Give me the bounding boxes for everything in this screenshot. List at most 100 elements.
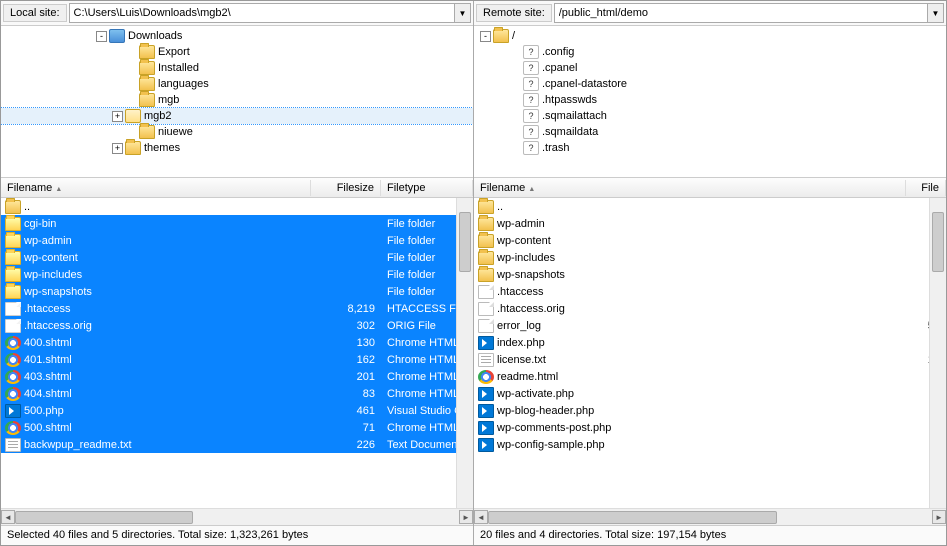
file-row[interactable]: .. (1, 198, 473, 215)
remote-col-filesize[interactable]: File (906, 180, 946, 196)
file-row[interactable]: .. (474, 198, 946, 215)
tree-item[interactable]: .sqmaildata (474, 124, 946, 140)
scrollbar-thumb[interactable] (488, 511, 777, 524)
file-row[interactable]: wp-contentFile folder (1, 249, 473, 266)
file-row[interactable]: index.php (474, 334, 946, 351)
file-name: wp-admin (497, 218, 545, 230)
tree-item[interactable]: mgb (1, 92, 473, 108)
remote-file-list[interactable]: .. wp-admin wp-contentwp-includeswp-snapsh… (474, 198, 946, 508)
scrollbar-thumb[interactable] (459, 212, 471, 272)
file-row[interactable]: wp-comments-post.php5 (474, 419, 946, 436)
tree-item[interactable]: .trash (474, 140, 946, 156)
file-type-icon (478, 234, 494, 248)
folder-icon (139, 125, 155, 139)
file-row[interactable]: 400.shtml130Chrome HTML (1, 334, 473, 351)
file-type-icon (478, 438, 494, 452)
remote-path-input[interactable] (554, 3, 928, 23)
local-path-row: Local site: ▼ (1, 1, 473, 26)
file-row[interactable]: cgi-binFile folder (1, 215, 473, 232)
collapse-icon[interactable]: - (96, 31, 107, 42)
tree-item[interactable]: Installed (1, 60, 473, 76)
remote-vscrollbar[interactable] (929, 198, 946, 508)
tree-item[interactable]: .htpasswds (474, 92, 946, 108)
remote-path-dropdown[interactable]: ▼ (928, 3, 944, 23)
tree-item[interactable]: -Downloads (1, 28, 473, 44)
file-type-icon (5, 353, 21, 367)
tree-item[interactable]: .cpanel-datastore (474, 76, 946, 92)
tree-label: languages (158, 78, 209, 90)
file-type-icon (478, 319, 494, 333)
folder-icon (139, 77, 155, 91)
tree-item[interactable]: languages (1, 76, 473, 92)
tree-item[interactable]: niuewe (1, 124, 473, 140)
remote-header: Filename ▲ File (474, 178, 946, 198)
file-type-icon (478, 268, 494, 282)
file-row[interactable]: wp-snapshots (474, 266, 946, 283)
file-name: index.php (497, 337, 545, 349)
folder-icon (125, 109, 141, 123)
tree-item[interactable]: +mgb2 (1, 108, 473, 124)
file-size: 8,219 (311, 301, 381, 317)
local-file-list[interactable]: ..cgi-binFile folderwp-adminFile folderw… (1, 198, 473, 508)
expand-icon[interactable]: + (112, 111, 123, 122)
file-row[interactable]: .htaccess.orig (474, 300, 946, 317)
file-name: wp-content (24, 252, 78, 264)
remote-tree[interactable]: -/ .config .cpanel.cpanel-datastore .htpass… (474, 26, 946, 178)
local-path-dropdown[interactable]: ▼ (455, 3, 471, 23)
file-row[interactable]: wp-content (474, 232, 946, 249)
remote-hscrollbar[interactable]: ◄ ► (474, 508, 946, 525)
file-row[interactable]: wp-adminFile folder (1, 232, 473, 249)
file-row[interactable]: 404.shtml83Chrome HTML (1, 385, 473, 402)
file-row[interactable]: .htaccess.orig302ORIG File (1, 317, 473, 334)
file-type-icon (478, 251, 494, 265)
tree-item[interactable]: .cpanel (474, 60, 946, 76)
file-row[interactable]: wp-config-sample.php2 (474, 436, 946, 453)
file-row[interactable]: 401.shtml162Chrome HTML (1, 351, 473, 368)
tree-label: .sqmailattach (542, 110, 607, 122)
collapse-icon[interactable]: - (480, 31, 491, 42)
file-row[interactable]: license.txt19 (474, 351, 946, 368)
tree-item[interactable]: .config (474, 44, 946, 60)
folder-icon (523, 93, 539, 107)
folder-icon (523, 61, 539, 75)
file-type-icon (5, 336, 21, 350)
scrollbar-thumb[interactable] (932, 212, 944, 272)
local-col-filename[interactable]: Filename ▲ (1, 180, 311, 196)
file-row[interactable]: 403.shtml201Chrome HTML (1, 368, 473, 385)
expand-icon[interactable]: + (112, 143, 123, 154)
tree-label: .config (542, 46, 574, 58)
file-row[interactable]: wp-snapshotsFile folder (1, 283, 473, 300)
file-row[interactable]: wp-includes (474, 249, 946, 266)
file-row[interactable]: backwpup_readme.txt226Text Document (1, 436, 473, 453)
local-vscrollbar[interactable] (456, 198, 473, 508)
file-row[interactable]: 500.php461Visual Studio C (1, 402, 473, 419)
file-row[interactable]: .htaccess8,219HTACCESS File (1, 300, 473, 317)
local-col-filesize[interactable]: Filesize (311, 180, 381, 196)
hscroll-right-icon[interactable]: ► (459, 510, 473, 524)
tree-item[interactable]: Export (1, 44, 473, 60)
local-path-input[interactable] (69, 3, 455, 23)
file-row[interactable]: wp-admin (474, 215, 946, 232)
tree-item[interactable]: .sqmailattach (474, 108, 946, 124)
file-row[interactable]: wp-activate.php4 (474, 385, 946, 402)
file-row[interactable]: wp-includesFile folder (1, 266, 473, 283)
file-type-icon (5, 421, 21, 435)
tree-label: .htpasswds (542, 94, 597, 106)
file-name: wp-config-sample.php (497, 439, 605, 451)
file-row[interactable]: wp-blog-header.php (474, 402, 946, 419)
hscroll-left-icon[interactable]: ◄ (474, 510, 488, 524)
scrollbar-thumb[interactable] (15, 511, 193, 524)
file-row[interactable]: .htaccess (474, 283, 946, 300)
local-col-filetype[interactable]: Filetype (381, 180, 473, 196)
remote-col-filename[interactable]: Filename ▲ (474, 180, 906, 196)
hscroll-right-icon[interactable]: ► (932, 510, 946, 524)
local-hscrollbar[interactable]: ◄ ► (1, 508, 473, 525)
local-tree[interactable]: -DownloadsExportInstalled languages mgb+mg… (1, 26, 473, 178)
tree-item[interactable]: -/ (474, 28, 946, 44)
file-row[interactable]: 500.shtml71Chrome HTML (1, 419, 473, 436)
file-row[interactable]: readme.html7 (474, 368, 946, 385)
file-row[interactable]: error_log57 (474, 317, 946, 334)
file-type-icon (478, 336, 494, 350)
hscroll-left-icon[interactable]: ◄ (1, 510, 15, 524)
tree-item[interactable]: +themes (1, 140, 473, 156)
